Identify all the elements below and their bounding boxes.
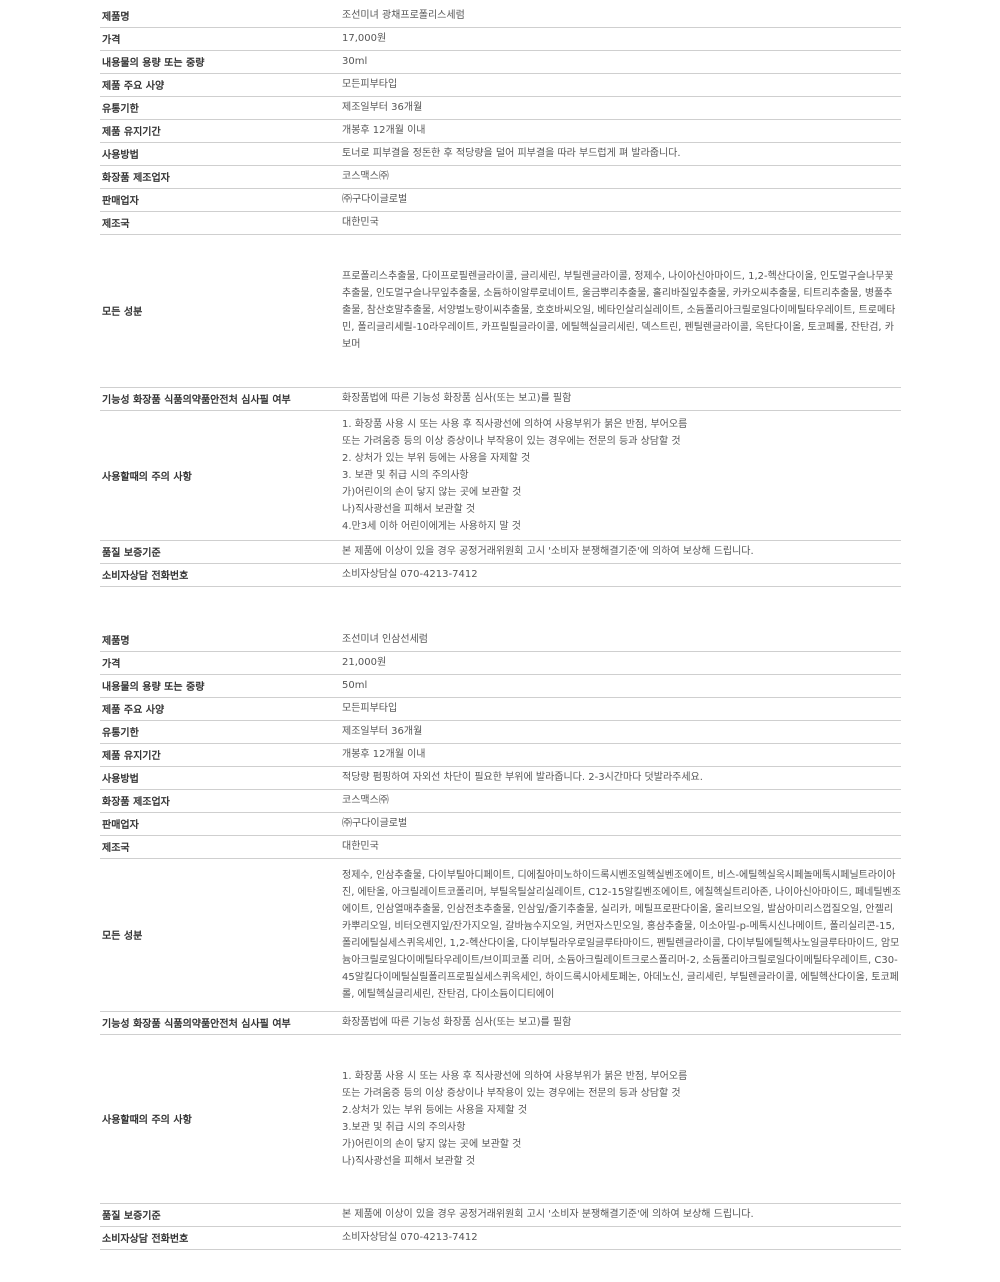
row-value: 대한민국 [342,835,901,859]
row-label: 제조국 [100,835,342,859]
row-label: 제품 주요 사양 [100,697,342,721]
row-value: 본 제품에 이상이 있을 경우 공정거래위원회 고시 '소비자 분쟁해결기준'에… [342,540,901,564]
row-value: ㈜구다이글로벌 [342,188,901,212]
row-label: 내용물의 용량 또는 중량 [100,50,342,74]
ingredients-value: 정제수, 인삼추출물, 다이부틸아디페이트, 디에칠아미노하이드록시벤조일헥실벤… [342,858,901,1012]
row-label: 유통기한 [100,96,342,120]
product-info-table-2: 제품명 조선미녀 인삼선세럼 가격 21,000원 내용물의 용량 또는 중량 50m… [100,628,901,1250]
row-value: 적당량 펌핑하여 자외선 차단이 필요한 부위에 발라줍니다. 2-3시간마다 … [342,766,901,790]
row-value: 코스맥스㈜ [342,789,901,813]
row-label: 내용물의 용량 또는 중량 [100,674,342,698]
row-value: 조선미녀 광채프로폴리스세럼 [342,4,901,28]
row-value: 제조일부터 36개월 [342,720,901,744]
row-label: 모든 성분 [100,858,342,1012]
row-value: 모든피부타입 [342,73,901,97]
row-label: 제품 유지기간 [100,119,342,143]
row-value: 대한민국 [342,211,901,235]
row-label: 제품 주요 사양 [100,73,342,97]
row-label: 모든 성분 [100,234,342,388]
row-value: 화장품법에 따른 기능성 화장품 심사(또는 보고)를 필함 [342,387,901,411]
row-value: 30ml [342,50,901,74]
row-value: 모든피부타입 [342,697,901,721]
row-label: 가격 [100,651,342,675]
row-value: 개봉후 12개월 이내 [342,119,901,143]
row-value: 17,000원 [342,27,901,51]
row-label: 사용할때의 주의 사항 [100,410,342,541]
row-value: 제조일부터 36개월 [342,96,901,120]
row-label: 화장품 제조업자 [100,165,342,189]
row-value: 21,000원 [342,651,901,675]
row-label: 소비자상담 전화번호 [100,563,342,587]
row-label: 제품명 [100,4,342,28]
row-label: 화장품 제조업자 [100,789,342,813]
row-label: 소비자상담 전화번호 [100,1226,342,1250]
row-value: 본 제품에 이상이 있을 경우 공정거래위원회 고시 '소비자 분쟁해결기준'에… [342,1203,901,1227]
row-value: 토너로 피부결을 정돈한 후 적당량을 덜어 피부결을 따라 부드럽게 펴 발라… [342,142,901,166]
row-label: 제품명 [100,628,342,652]
row-label: 사용방법 [100,142,342,166]
row-value: 조선미녀 인삼선세럼 [342,628,901,652]
precautions-value: 1. 화장품 사용 시 또는 사용 후 직사광선에 의하여 사용부위가 붉은 반… [342,1034,901,1204]
product-info-table-1: 제품명 조선미녀 광채프로폴리스세럼 가격 17,000원 내용물의 용량 또는 중… [100,4,901,587]
row-value: ㈜구다이글로벌 [342,812,901,836]
row-value: 개봉후 12개월 이내 [342,743,901,767]
row-label: 판매업자 [100,812,342,836]
row-value: 화장품법에 따른 기능성 화장품 심사(또는 보고)를 필함 [342,1011,901,1035]
row-label: 제품 유지기간 [100,743,342,767]
row-label: 유통기한 [100,720,342,744]
row-label: 가격 [100,27,342,51]
row-label: 품질 보증기준 [100,1203,342,1227]
row-label: 품질 보증기준 [100,540,342,564]
row-value: 코스맥스㈜ [342,165,901,189]
row-label: 기능성 화장품 식품의약품안전처 심사필 여부 [100,1011,342,1035]
row-value: 소비자상담실 070-4213-7412 [342,563,901,587]
row-value: 소비자상담실 070-4213-7412 [342,1226,901,1250]
row-label: 사용방법 [100,766,342,790]
row-value: 50ml [342,674,901,698]
row-label: 판매업자 [100,188,342,212]
precautions-value: 1. 화장품 사용 시 또는 사용 후 직사광선에 의하여 사용부위가 붉은 반… [342,410,901,541]
row-label: 기능성 화장품 식품의약품안전처 심사필 여부 [100,387,342,411]
row-label: 제조국 [100,211,342,235]
row-label: 사용할때의 주의 사항 [100,1034,342,1204]
ingredients-value: 프로폴리스추출물, 다이프로필렌글라이콜, 글리세린, 부틸렌글라이콜, 정제수… [342,234,901,388]
